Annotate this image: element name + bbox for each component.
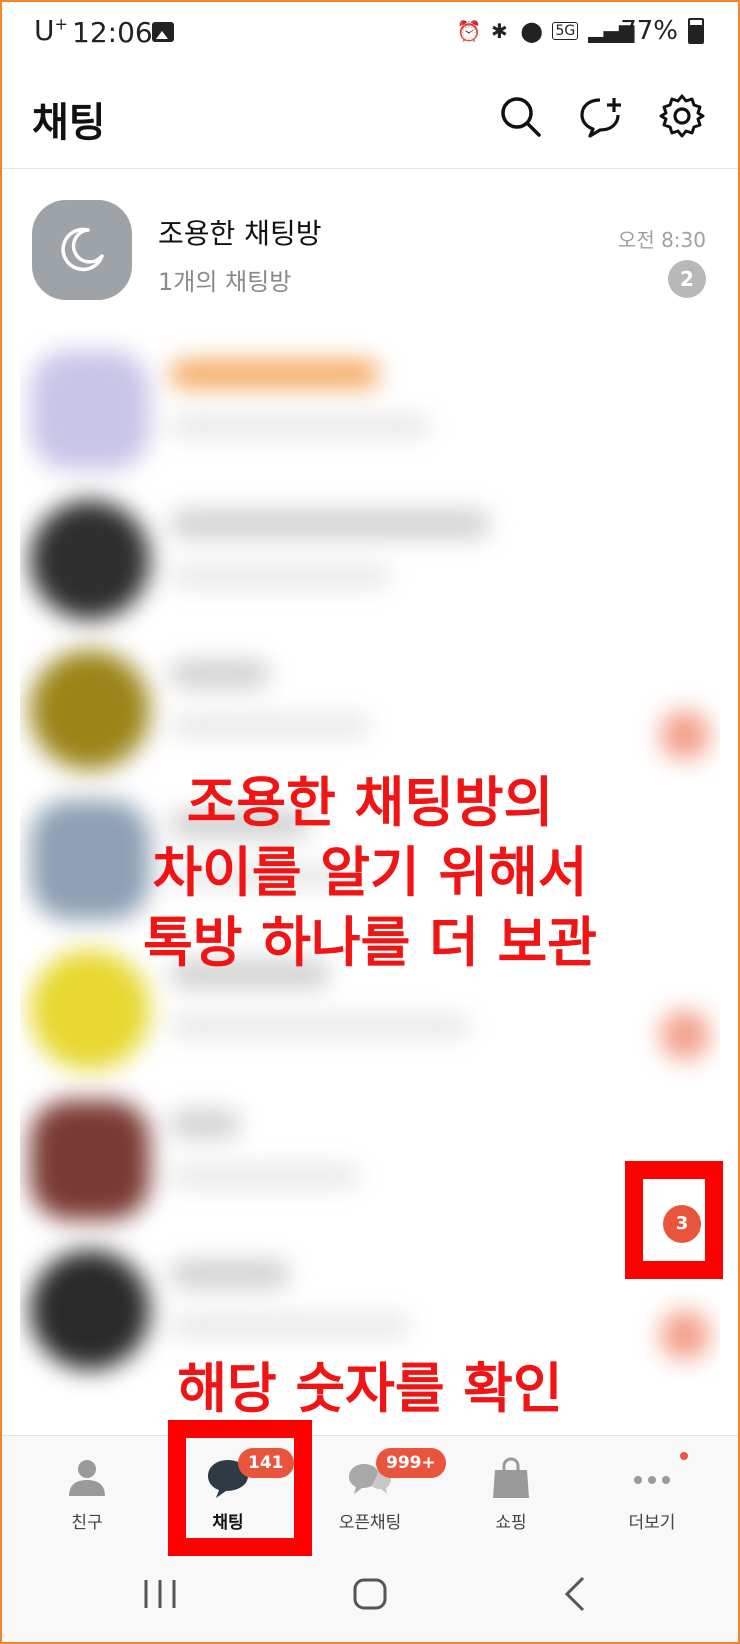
quiet-room-subtitle: 1개의 채팅방 <box>158 268 292 296</box>
annotation-line-1: 조용한 채팅방의 <box>186 771 554 834</box>
back-icon <box>564 1576 585 1612</box>
back-button[interactable] <box>545 1570 605 1618</box>
chat-row-blurred[interactable] <box>20 1080 720 1230</box>
search-icon <box>501 97 541 137</box>
highlight-box-count: 3 <box>625 1161 723 1279</box>
quiet-chatroom-row[interactable]: 조용한 채팅방 1개의 채팅방 오전 8:30 2 <box>0 172 740 322</box>
recent-apps-icon <box>144 1580 176 1608</box>
home-icon <box>353 1578 387 1610</box>
carrier-label: U+ <box>34 14 68 47</box>
alarm-icon: ⏰ <box>456 19 482 43</box>
tab-shopping-label: 쇼핑 <box>495 1513 527 1533</box>
signal-icon: ▂▄▆ <box>588 19 635 43</box>
battery-percent: 77% <box>620 16 678 46</box>
status-bar: U+ 12:06 ⏰ ✱ ⬤ 5G ▂▄▆ 77% <box>0 0 740 64</box>
annotation-bottom: 해당 숫자를 확인 <box>177 1357 563 1420</box>
moon-icon <box>61 227 104 272</box>
bottom-nav: 친구 141 채팅 999+ 오픈채팅 쇼핑 더보기 <box>0 1435 740 1546</box>
network-label: 5G <box>552 22 579 40</box>
location-icon: ⬤ <box>520 19 543 43</box>
page-title: 채팅 <box>32 100 106 146</box>
quiet-room-thumbnail <box>32 200 132 300</box>
tab-friends-label: 친구 <box>71 1513 103 1533</box>
settings-button[interactable] <box>658 92 706 140</box>
system-nav-bar <box>0 1546 740 1644</box>
tab-more-label: 더보기 <box>628 1513 676 1533</box>
more-notification-dot <box>680 1452 688 1460</box>
chat-row-blurred[interactable] <box>20 480 720 630</box>
unread-count-badge: 3 <box>663 1205 701 1243</box>
quiet-room-name: 조용한 채팅방 <box>158 217 322 250</box>
more-dots-icon <box>634 1476 670 1484</box>
annotation-main: 조용한 채팅방의 차이를 알기 위해서 톡방 하나를 더 보관 <box>0 768 740 978</box>
app-header: 채팅 <box>0 72 740 169</box>
battery-icon <box>688 18 704 44</box>
quiet-room-badge: 2 <box>668 260 706 298</box>
gallery-icon <box>152 22 174 42</box>
search-button[interactable] <box>496 92 544 140</box>
new-chat-icon <box>580 98 621 138</box>
home-button[interactable] <box>340 1570 400 1618</box>
person-icon <box>69 1460 105 1496</box>
gear-icon <box>659 94 705 138</box>
annotation-line-3: 톡방 하나를 더 보관 <box>143 911 597 974</box>
tab-friends[interactable]: 친구 <box>13 1436 161 1546</box>
openchat-unread-badge: 999+ <box>376 1448 446 1478</box>
tab-shopping[interactable]: 쇼핑 <box>437 1436 585 1546</box>
status-time: 12:06 <box>72 16 153 49</box>
new-chat-button[interactable] <box>578 92 626 140</box>
bluetooth-icon: ✱ <box>491 19 508 43</box>
annotation-line-2: 차이를 알기 위해서 <box>152 841 588 904</box>
highlight-box-chats-tab <box>168 1420 312 1556</box>
tab-more[interactable]: 더보기 <box>578 1436 726 1546</box>
shopping-bag-icon <box>493 1457 529 1498</box>
recent-apps-button[interactable] <box>130 1570 190 1618</box>
tab-openchat[interactable]: 999+ 오픈채팅 <box>296 1436 446 1546</box>
chat-row-blurred[interactable] <box>20 330 720 480</box>
tab-openchat-label: 오픈채팅 <box>338 1513 402 1533</box>
chat-row-blurred[interactable] <box>20 630 720 780</box>
quiet-room-time: 오전 8:30 <box>617 228 706 252</box>
